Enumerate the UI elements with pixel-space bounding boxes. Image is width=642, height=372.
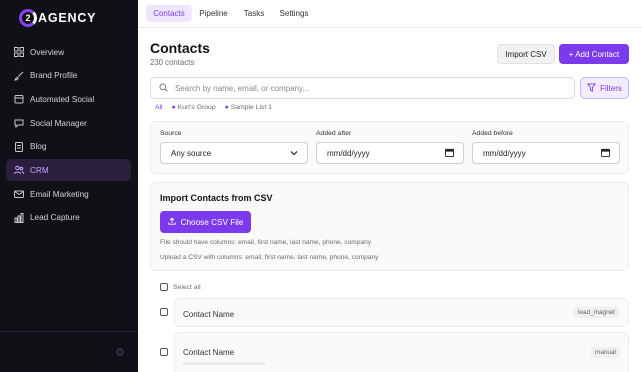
source-label: Source (160, 130, 182, 137)
sidebar-divider (0, 331, 138, 332)
import-title: Import Contacts from CSV (160, 193, 273, 203)
sidebar-item-label: Social Manager (30, 118, 87, 128)
list-label: Sample List 1 (230, 104, 272, 111)
sidebar-item-blog[interactable]: Blog (6, 136, 131, 158)
choose-csv-button[interactable]: Choose CSV File (160, 211, 251, 233)
upload-icon (167, 217, 176, 227)
list-dot-icon: ● (171, 104, 176, 111)
source-badge: manual (591, 347, 620, 358)
added-after-date-input[interactable]: mm/dd/yyyy (316, 142, 464, 164)
contact-name: Contact Name (183, 348, 235, 357)
added-before-date-input[interactable]: mm/dd/yyyy (472, 142, 620, 164)
calendar-icon (13, 94, 24, 105)
logo-mark: 2 (19, 9, 37, 27)
list-all[interactable]: All (155, 104, 163, 111)
select-all[interactable]: Select all (160, 283, 201, 291)
import-help-text: File should have columns: email, first n… (160, 239, 372, 246)
bar-chart-icon (13, 212, 24, 223)
tab-contacts[interactable]: Contacts (146, 5, 192, 22)
sidebar-item-email-marketing[interactable]: Email Marketing (6, 183, 131, 205)
page-title: Contacts (150, 40, 210, 56)
calendar-icon (445, 148, 454, 159)
sidebar-item-label: Brand Profile (30, 71, 78, 81)
sidebar-item-label: Blog (30, 142, 47, 152)
sidebar-item-overview[interactable]: Overview (6, 41, 131, 63)
row-checkbox[interactable] (160, 308, 168, 316)
row-checkbox[interactable] (160, 348, 168, 356)
filter-icon (586, 82, 597, 94)
mail-icon (13, 189, 24, 200)
select-all-label: Select all (173, 283, 201, 291)
sidebar-item-social-manager[interactable]: Social Manager (6, 112, 131, 134)
list-dot-icon: ● (224, 104, 229, 111)
added-after-value: mm/dd/yyyy (327, 148, 370, 158)
list-item[interactable] (174, 332, 629, 372)
sidebar-item-label: Overview (30, 47, 65, 57)
sidebar-item-label: Automated Social (30, 94, 95, 104)
added-after-label: Added after (316, 130, 352, 137)
sidebar-item-crm[interactable]: CRM (6, 159, 131, 182)
brush-icon (13, 70, 24, 81)
logo-text: AGENCY (38, 11, 97, 25)
document-icon (13, 141, 24, 152)
search-input[interactable] (175, 83, 555, 93)
sidebar-item-label: Lead Capture (30, 213, 80, 223)
contact-count: 230 contacts (150, 58, 195, 67)
choose-csv-label: Choose CSV File (180, 217, 244, 227)
import-csv-button[interactable]: Import CSV (497, 44, 555, 64)
sidebar-item-lead-capture[interactable]: Lead Capture (6, 207, 131, 229)
chevron-down-icon (290, 149, 298, 158)
list-label: Kurt's Group (177, 104, 216, 111)
filters-button[interactable]: Filters (580, 77, 629, 99)
select-all-checkbox[interactable] (160, 283, 168, 291)
contact-detail-placeholder (183, 362, 265, 365)
tab-pipeline[interactable]: Pipeline (196, 5, 231, 22)
filters-label: Filters (600, 83, 622, 93)
contact-lists: All ● Kurt's Group ● Sample List 1 (155, 104, 272, 111)
add-contact-button[interactable]: + Add Contact (559, 44, 629, 64)
sidebar-item-label: Email Marketing (30, 189, 89, 199)
grid-icon (13, 47, 24, 58)
logo[interactable]: 2 AGENCY (19, 9, 96, 27)
sidebar-item-automated-social[interactable]: Automated Social (6, 88, 131, 110)
added-before-label: Added before (472, 130, 513, 137)
source-badge: lead_magnet (574, 307, 619, 318)
sidebar: 2 AGENCY Overview Brand Profile Automate… (0, 0, 138, 372)
top-tab-bar: Contacts Pipeline Tasks Settings (138, 0, 642, 28)
sidebar-item-label: CRM (30, 165, 49, 175)
users-icon (13, 165, 24, 176)
sidebar-nav: Overview Brand Profile Automated Social … (6, 41, 131, 231)
source-select-value: Any source (171, 148, 212, 158)
list-item[interactable]: ● Kurt's Group (172, 104, 216, 111)
list-item[interactable]: ● Sample List 1 (225, 104, 272, 111)
contact-name: Contact Name (183, 310, 235, 319)
gear-icon[interactable] (115, 347, 125, 357)
search-icon (159, 82, 168, 94)
added-before-value: mm/dd/yyyy (483, 148, 526, 158)
sidebar-item-brand-profile[interactable]: Brand Profile (6, 65, 131, 87)
list-item[interactable] (174, 298, 629, 327)
tab-settings[interactable]: Settings (276, 5, 312, 22)
search-bar (150, 77, 575, 99)
tab-tasks[interactable]: Tasks (240, 5, 268, 22)
import-help-text: Upload a CSV with columns: email, first … (160, 254, 379, 261)
calendar-icon (601, 148, 610, 159)
chat-icon (13, 118, 24, 129)
source-select[interactable]: Any source (160, 142, 308, 164)
